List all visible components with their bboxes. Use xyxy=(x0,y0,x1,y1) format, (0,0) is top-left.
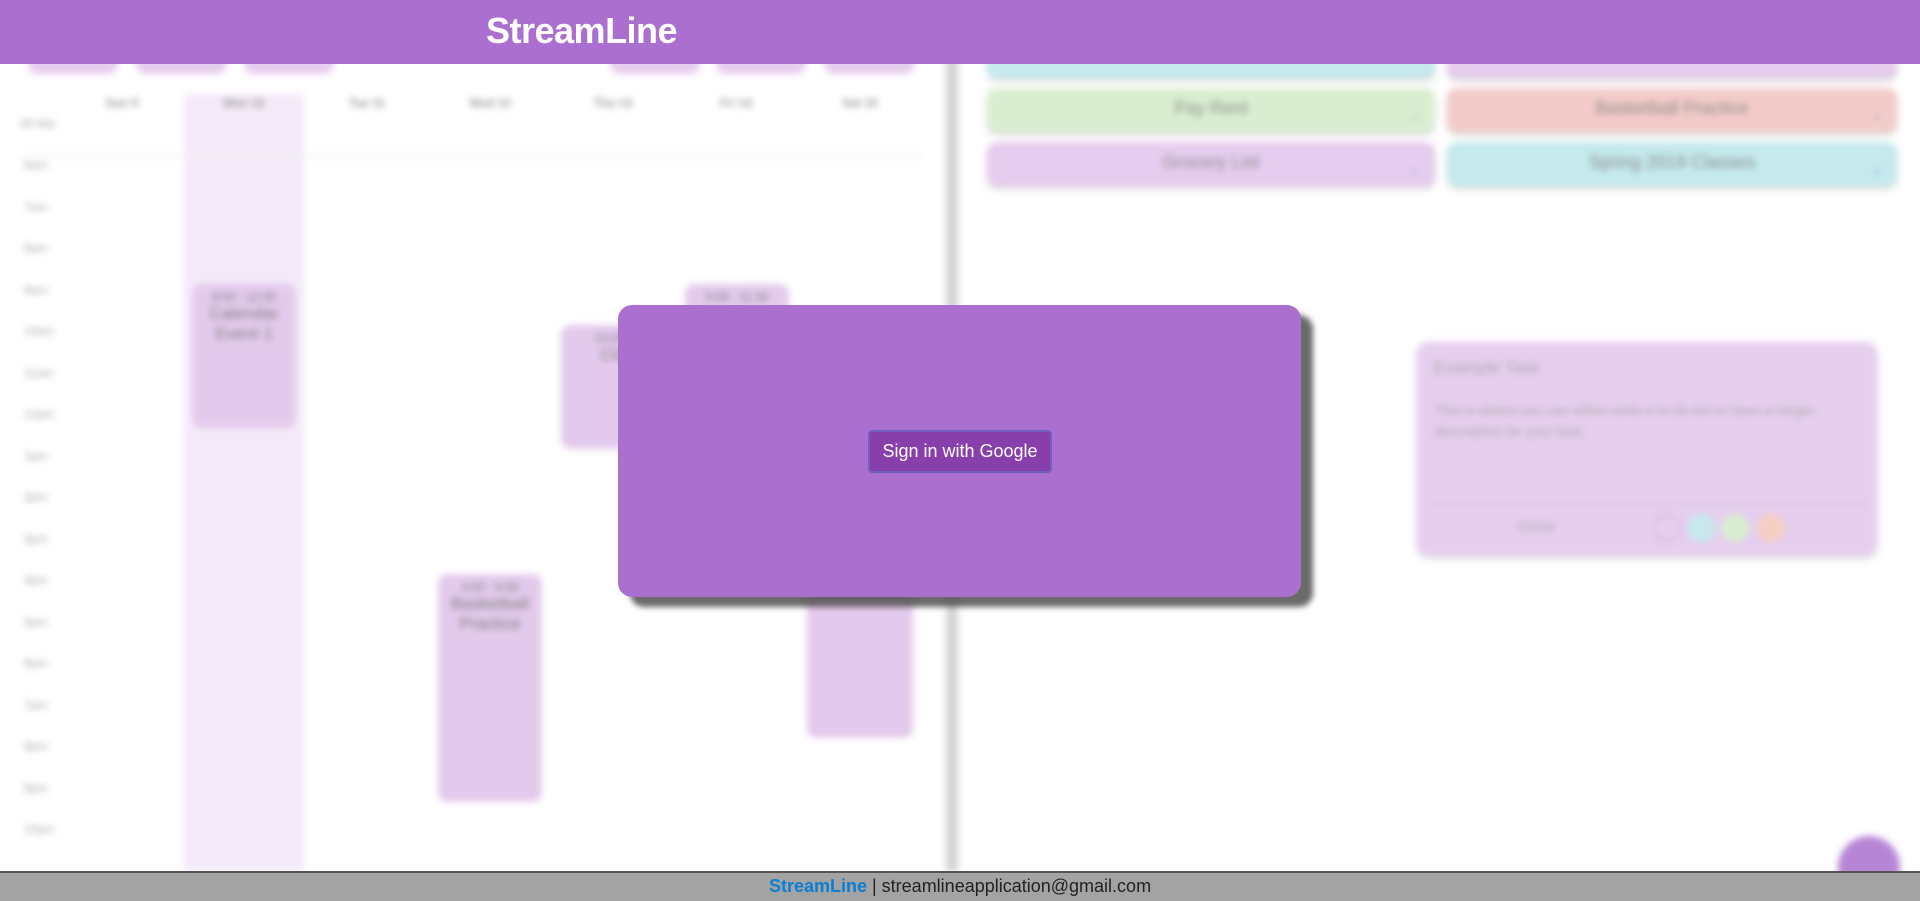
google-signin-button[interactable]: Sign in with Google xyxy=(868,430,1052,473)
footer-email[interactable]: streamlineapplication@gmail.com xyxy=(882,876,1151,896)
footer-separator: | xyxy=(866,876,882,896)
footer-brand[interactable]: StreamLine xyxy=(769,876,867,896)
app-title: StreamLine xyxy=(486,10,678,51)
footer: StreamLine | streamlineapplication@gmail… xyxy=(0,871,1920,901)
signin-modal: Sign in with Google xyxy=(618,305,1301,597)
app-header: StreamLine xyxy=(0,0,1920,64)
